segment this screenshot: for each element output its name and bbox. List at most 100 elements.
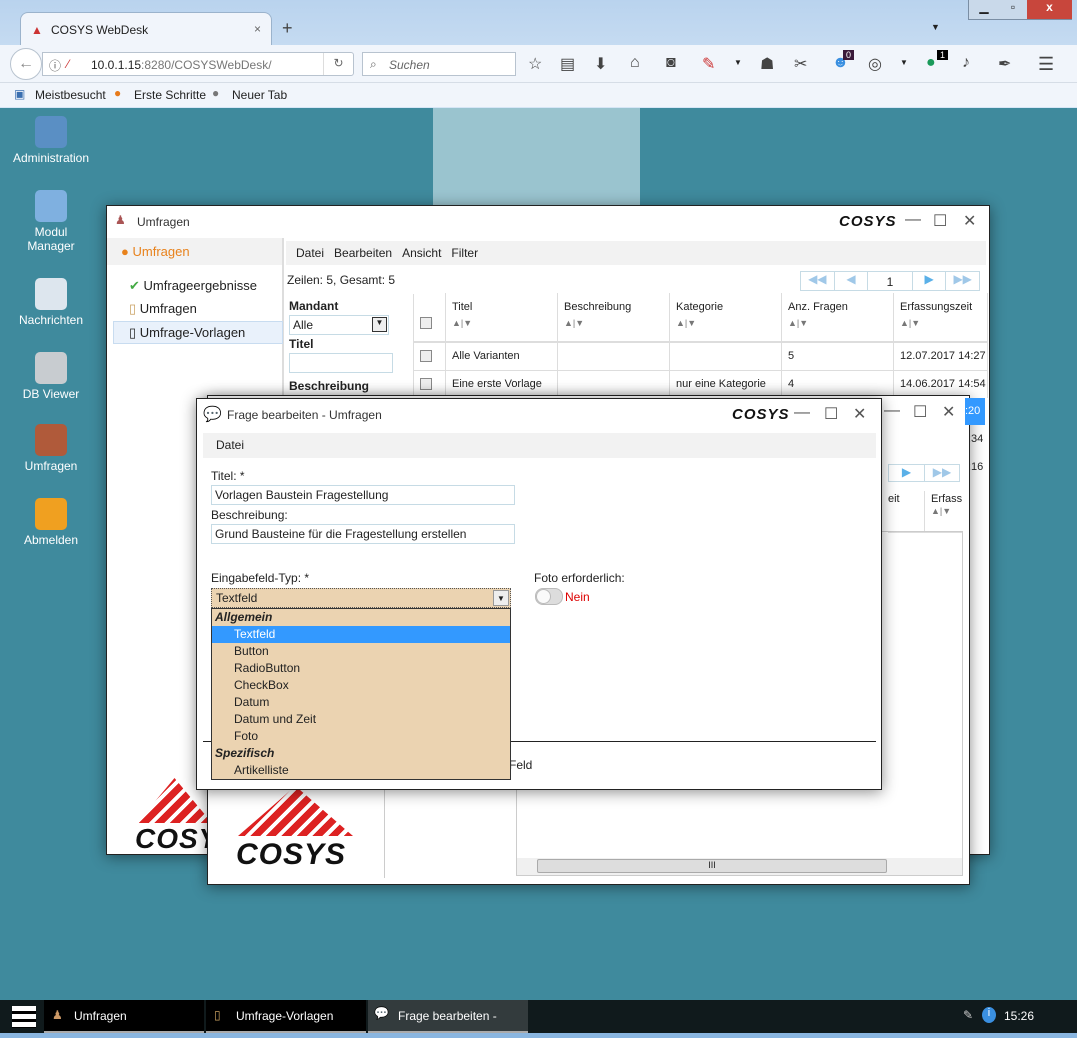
eyedropper-icon[interactable]: ✒: [998, 54, 1011, 74]
maximize-button[interactable]: ▫: [999, 0, 1027, 14]
page-input[interactable]: 1: [868, 272, 912, 290]
select-all-checkbox[interactable]: [414, 293, 446, 341]
next-page-icon[interactable]: ▶: [889, 465, 924, 481]
bookmark-star-icon[interactable]: ☆: [528, 54, 542, 74]
checkbox[interactable]: [420, 317, 432, 329]
maximize-button[interactable]: ☐: [933, 211, 947, 231]
desktop-icon-abmelden[interactable]: Abmelden: [1, 498, 101, 547]
dropdown-option[interactable]: Datum: [212, 694, 510, 711]
sort-icon[interactable]: ▲|▼: [452, 318, 472, 328]
sidebar-item-umfragen[interactable]: ▯ Umfragen: [129, 301, 197, 317]
cleaner-icon[interactable]: ✎: [702, 54, 715, 74]
close-window-button[interactable]: x: [1027, 0, 1072, 19]
dropdown-option[interactable]: Button: [212, 643, 510, 660]
dropdown-icon[interactable]: ▼: [900, 58, 908, 67]
maximize-button[interactable]: ☐: [824, 404, 838, 424]
bookmark-item[interactable]: Erste Schritte: [134, 88, 206, 102]
taskbar-item-umfrage-vorlagen[interactable]: ▯ Umfrage-Vorlagen: [206, 1000, 366, 1033]
reading-list-icon[interactable]: ▤: [560, 54, 575, 74]
horizontal-scrollbar[interactable]: III: [517, 858, 962, 875]
titel-input[interactable]: Vorlagen Baustein Fragestellung: [211, 485, 515, 505]
desktop-icon-umfragen[interactable]: Umfragen: [1, 424, 101, 473]
close-tab-icon[interactable]: ×: [254, 22, 261, 36]
column-header[interactable]: Titel ▲|▼: [446, 293, 558, 341]
dropdown-option[interactable]: Foto: [212, 728, 510, 745]
foto-toggle[interactable]: [535, 588, 563, 605]
reload-icon[interactable]: ↻: [323, 53, 353, 75]
beschreibung-input[interactable]: Grund Bausteine für die Fragestellung er…: [211, 524, 515, 544]
dropdown-option[interactable]: Datum und Zeit: [212, 711, 510, 728]
table-row[interactable]: Eine erste Vorlage nur eine Kategorie 4 14.…: [414, 370, 988, 398]
desktop-icon-db-viewer[interactable]: DB Viewer: [1, 352, 101, 401]
minimize-button[interactable]: —: [884, 402, 900, 420]
menu-filter[interactable]: Filter: [451, 246, 478, 260]
sidebar-header[interactable]: ● Umfragen: [107, 238, 282, 265]
url-bar[interactable]: ⓘ ⁄ 10.0.1.15:8280/COSYSWebDesk/ ↻: [42, 52, 354, 76]
close-button[interactable]: ✕: [942, 402, 955, 422]
sort-icon[interactable]: ▲|▼: [676, 318, 696, 328]
checkbox[interactable]: [420, 350, 432, 362]
desktop-icon-modul-manager[interactable]: Modul Manager: [1, 190, 101, 253]
next-page-icon[interactable]: ▶: [911, 272, 946, 290]
table-row[interactable]: Alle Varianten 5 12.07.2017 14:27: [414, 342, 988, 370]
info-icon[interactable]: ⓘ: [49, 57, 61, 74]
bell-icon[interactable]: ♪: [962, 54, 970, 72]
chevron-down-icon[interactable]: ▼: [372, 317, 387, 332]
scrollbar-thumb[interactable]: III: [537, 859, 887, 873]
sort-icon[interactable]: ▲|▼: [900, 318, 920, 328]
sidebar-item-umfrage-vorlagen[interactable]: ▯ Umfrage-Vorlagen: [113, 321, 283, 344]
maximize-button[interactable]: ☐: [913, 402, 927, 422]
privacy-icon[interactable]: ◎: [868, 54, 882, 74]
prev-page-icon[interactable]: ◀: [835, 272, 869, 290]
dropdown-option[interactable]: CheckBox: [212, 677, 510, 694]
browser-tab[interactable]: ▲ COSYS WebDesk ×: [20, 12, 272, 46]
eingabefeld-typ-select[interactable]: Textfeld ▼: [211, 588, 511, 608]
menu-icon[interactable]: ☰: [1038, 54, 1054, 75]
dropdown-icon[interactable]: ▼: [734, 58, 742, 67]
sort-icon[interactable]: ▲|▼: [788, 318, 808, 328]
back-button[interactable]: ←: [10, 48, 42, 80]
dropdown-option[interactable]: Textfeld: [212, 626, 510, 643]
minimize-button[interactable]: —: [905, 211, 921, 229]
column-header[interactable]: Erfassungszeit ▲|▼: [894, 293, 988, 341]
pocket-icon[interactable]: ◙: [666, 54, 676, 72]
column-header[interactable]: Erfass ▲|▼: [924, 491, 962, 533]
minimize-button[interactable]: ▁: [969, 0, 999, 14]
menu-datei[interactable]: Datei: [296, 246, 324, 260]
column-header[interactable]: Beschreibung ▲|▼: [558, 293, 670, 341]
grammarly-icon[interactable]: ●: [926, 54, 936, 72]
bookmark-item[interactable]: Meistbesucht: [35, 88, 106, 102]
minimize-button[interactable]: —: [794, 404, 810, 422]
extension-icon[interactable]: ☗: [760, 54, 774, 74]
checkbox[interactable]: [420, 378, 432, 390]
desktop-icon-administration[interactable]: Administration: [1, 116, 101, 165]
last-page-icon[interactable]: ▶▶: [945, 272, 979, 290]
close-button[interactable]: ✕: [963, 211, 976, 231]
download-icon[interactable]: ⬇: [594, 54, 607, 74]
start-menu-icon[interactable]: [12, 1006, 36, 1028]
menu-bearbeiten[interactable]: Bearbeiten: [334, 246, 392, 260]
search-input[interactable]: ⌕ Suchen: [362, 52, 516, 76]
sort-icon[interactable]: ▲|▼: [564, 318, 584, 328]
tab-list-dropdown[interactable]: ▼: [931, 22, 940, 32]
bookmark-item[interactable]: Neuer Tab: [232, 88, 287, 102]
first-page-icon[interactable]: ◀◀: [801, 272, 835, 290]
home-icon[interactable]: ⌂: [630, 54, 640, 72]
sidebar-item-umfrageergebnisse[interactable]: ✔ Umfrageergebnisse: [129, 278, 257, 294]
taskbar-item-umfragen[interactable]: ♟ Umfragen: [44, 1000, 204, 1033]
taskbar-item-frage-bearbeiten[interactable]: 💬 Frage bearbeiten -: [368, 1000, 528, 1033]
column-header[interactable]: Anz. Fragen ▲|▼: [782, 293, 894, 341]
info-icon[interactable]: i: [982, 1007, 996, 1023]
mandant-select[interactable]: Alle ▼: [289, 315, 389, 335]
menu-datei[interactable]: Datei: [216, 438, 244, 452]
desktop-icon-nachrichten[interactable]: Nachrichten: [1, 278, 101, 327]
last-page-icon[interactable]: ▶▶: [923, 465, 959, 481]
dropdown-option[interactable]: RadioButton: [212, 660, 510, 677]
titel-filter-input[interactable]: [289, 353, 393, 373]
new-tab-button[interactable]: +: [282, 18, 293, 39]
close-button[interactable]: ✕: [853, 404, 866, 424]
chevron-down-icon[interactable]: ▼: [493, 590, 509, 606]
window-titlebar[interactable]: ♟ Umfragen COSYS — ☐ ✕: [107, 206, 989, 238]
dropdown-option[interactable]: Artikelliste: [212, 762, 510, 779]
screenshot-icon[interactable]: ✂: [794, 54, 807, 74]
